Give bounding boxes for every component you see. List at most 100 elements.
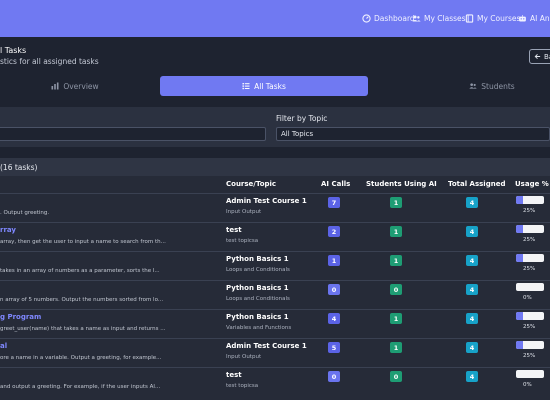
- usage-progress-bar: [516, 312, 544, 320]
- topic-select[interactable]: All Topics: [276, 127, 550, 141]
- students-ai-badge: 1: [390, 313, 402, 324]
- usage-progress-bar: [516, 341, 544, 349]
- users-icon: [469, 83, 477, 89]
- tab-all-tasks[interactable]: All Tasks: [160, 76, 368, 96]
- tab-students[interactable]: Students: [400, 76, 550, 96]
- task-description: and output a greeting. For example, if t…: [0, 384, 161, 390]
- assigned-badge: 4: [466, 197, 478, 208]
- chart-bar-icon: [51, 82, 59, 90]
- usage-progress-bar: [516, 225, 544, 233]
- task-description: greet_user(name) that takes a name as in…: [0, 326, 166, 332]
- tab-students-label: Students: [481, 81, 515, 91]
- course-name: Admin Test Course 1: [226, 342, 307, 350]
- course-name: test: [226, 371, 242, 379]
- usage-progress-fill: [516, 312, 523, 320]
- task-title[interactable]: rray: [0, 226, 16, 234]
- course-name: Python Basics 1: [226, 313, 289, 321]
- tab-all-tasks-label: All Tasks: [254, 81, 286, 91]
- nav-dashboard[interactable]: Dashboard: [362, 0, 415, 37]
- users-icon: [412, 15, 421, 22]
- topic-name: test topicsa: [226, 383, 259, 389]
- topic-name: Variables and Functions: [226, 325, 292, 331]
- nav-dashboard-label: Dashboard: [374, 14, 415, 23]
- topic-name: Input Output: [226, 354, 262, 360]
- task-description: takes in an array of numbers as a parame…: [0, 268, 160, 274]
- usage-progress-fill: [516, 225, 523, 233]
- ai-calls-badge: 4: [328, 313, 340, 324]
- tasks-panel-header: (16 tasks): [0, 158, 550, 176]
- assigned-badge: 4: [466, 371, 478, 382]
- students-ai-badge: 1: [390, 197, 402, 208]
- topic-name: Loops and Conditionals: [226, 267, 290, 273]
- usage-percent: 25%: [523, 266, 536, 272]
- task-description: ore a name in a variable. Output a greet…: [0, 355, 162, 361]
- students-ai-badge: 1: [390, 255, 402, 266]
- usage-progress-bar: [516, 196, 544, 204]
- tasks-count: (16 tasks): [0, 162, 38, 172]
- column-header-total-assigned: Total Assigned: [448, 180, 506, 188]
- book-icon: [465, 14, 474, 23]
- task-title[interactable]: al: [0, 342, 7, 350]
- usage-progress-fill: [516, 196, 523, 204]
- usage-percent: 25%: [523, 353, 536, 359]
- robot-icon: [519, 15, 526, 22]
- nav-ai-analytics-label: AI Ana: [530, 14, 550, 23]
- task-description: array, then get the user to input a name…: [0, 239, 166, 245]
- column-header-students-ai: Students Using AI: [366, 180, 437, 188]
- tab-overview[interactable]: Overview: [0, 76, 150, 96]
- students-ai-badge: 0: [390, 284, 402, 295]
- assigned-badge: 4: [466, 342, 478, 353]
- topic-select-value: All Topics: [281, 130, 314, 138]
- column-header-usage: Usage %: [515, 180, 549, 188]
- course-name: Python Basics 1: [226, 255, 289, 263]
- column-header-ai-calls: AI Calls: [321, 180, 351, 188]
- topic-name: test topicsa: [226, 238, 259, 244]
- usage-percent: 0%: [523, 295, 532, 301]
- course-name: test: [226, 226, 242, 234]
- page-title: l Tasks: [0, 46, 27, 55]
- usage-percent: 25%: [523, 324, 536, 330]
- ai-calls-badge: 1: [328, 255, 340, 266]
- topic-filter-label: Filter by Topic: [276, 114, 328, 123]
- ai-calls-badge: 0: [328, 284, 340, 295]
- task-description: . Output greeting.: [0, 210, 50, 216]
- usage-progress-bar: [516, 370, 544, 378]
- ai-calls-badge: 0: [328, 371, 340, 382]
- list-icon: [242, 83, 250, 90]
- back-button[interactable]: Ba: [529, 49, 550, 64]
- assigned-badge: 4: [466, 226, 478, 237]
- assigned-badge: 4: [466, 284, 478, 295]
- page-subtitle: stics for all assigned tasks: [0, 57, 99, 66]
- course-name: Admin Test Course 1: [226, 197, 307, 205]
- task-title[interactable]: g Program: [0, 313, 41, 321]
- topic-name: Loops and Conditionals: [226, 296, 290, 302]
- dashboard-icon: [362, 14, 371, 23]
- usage-progress-bar: [516, 254, 544, 262]
- usage-percent: 25%: [523, 237, 536, 243]
- column-header-course: Course/Topic: [226, 180, 277, 188]
- nav-my-courses[interactable]: My Courses: [465, 0, 520, 37]
- nav-my-classes[interactable]: My Classes: [412, 0, 466, 37]
- back-button-label: Ba: [544, 52, 550, 61]
- topic-name: Input Output: [226, 209, 262, 215]
- students-ai-badge: 0: [390, 371, 402, 382]
- assigned-badge: 4: [466, 313, 478, 324]
- students-ai-badge: 1: [390, 226, 402, 237]
- search-input[interactable]: [0, 127, 266, 141]
- task-description: n array of 5 numbers. Output the numbers…: [0, 297, 164, 303]
- students-ai-badge: 1: [390, 342, 402, 353]
- nav-ai-analytics[interactable]: AI Ana: [518, 0, 550, 37]
- arrow-left-icon: [534, 53, 541, 60]
- nav-my-courses-label: My Courses: [477, 14, 521, 23]
- usage-percent: 0%: [523, 382, 532, 388]
- usage-progress-bar: [516, 283, 544, 291]
- ai-calls-badge: 7: [328, 197, 340, 208]
- ai-calls-badge: 5: [328, 342, 340, 353]
- usage-percent: 25%: [523, 208, 536, 214]
- course-name: Python Basics 1: [226, 284, 289, 292]
- ai-calls-badge: 2: [328, 226, 340, 237]
- tab-overview-label: Overview: [63, 81, 99, 91]
- usage-progress-fill: [516, 254, 523, 262]
- assigned-badge: 4: [466, 255, 478, 266]
- usage-progress-fill: [516, 341, 523, 349]
